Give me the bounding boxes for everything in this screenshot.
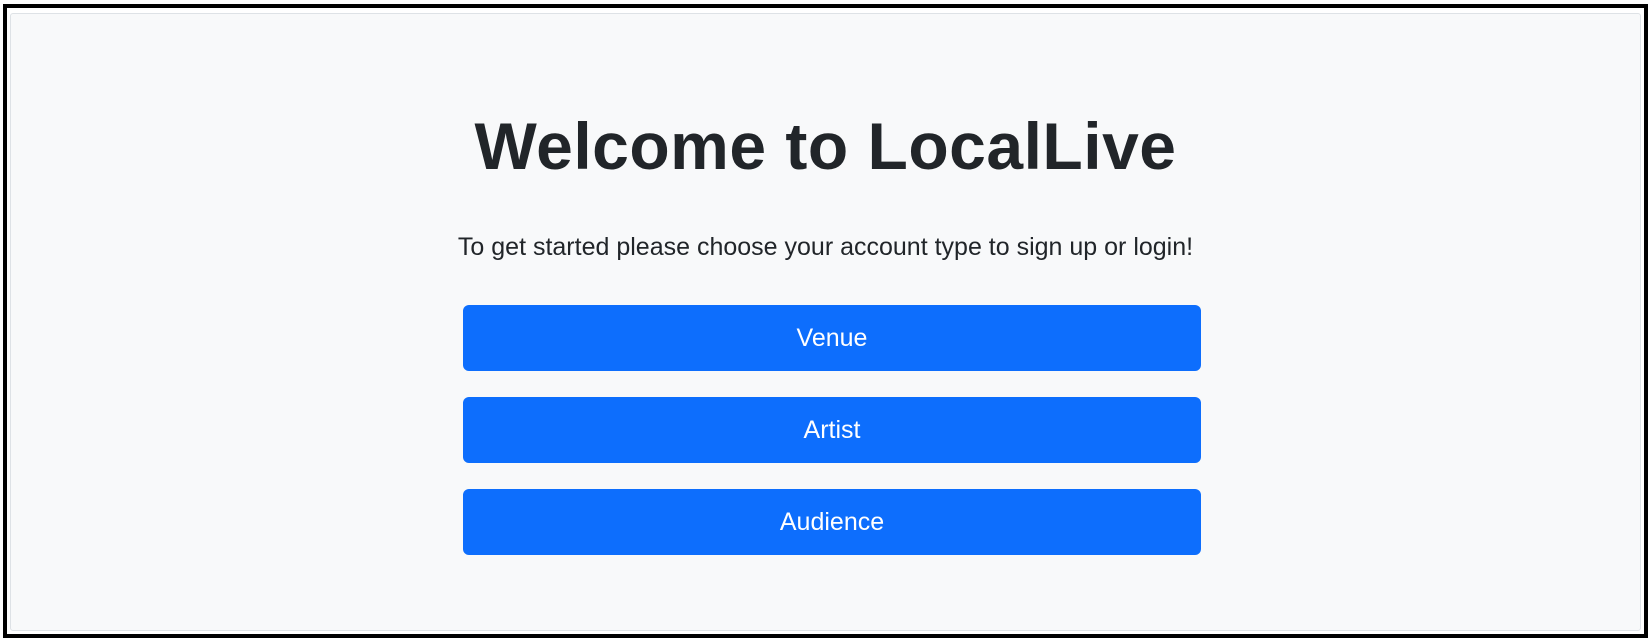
page-title: Welcome to LocalLive (474, 109, 1177, 183)
audience-button[interactable]: Audience (463, 489, 1201, 555)
page-subtitle: To get started please choose your accoun… (457, 233, 1194, 261)
welcome-page: Welcome to LocalLive To get started plea… (10, 13, 1641, 631)
venue-button[interactable]: Venue (463, 305, 1201, 371)
account-type-button-group: Venue Artist Audience (463, 305, 1201, 581)
artist-button[interactable]: Artist (463, 397, 1201, 463)
screenshot-frame: Welcome to LocalLive To get started plea… (3, 4, 1648, 638)
